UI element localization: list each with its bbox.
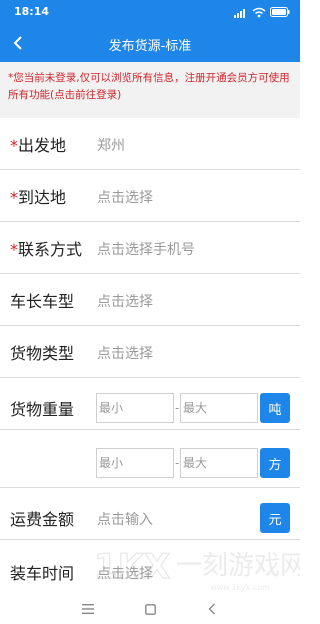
volume-row: 最小 - 最大 方: [0, 430, 300, 488]
header-bar: 发布货源-标准: [0, 24, 300, 62]
home-square-icon: [144, 603, 156, 615]
system-back-button[interactable]: [204, 601, 220, 617]
destination-label: *到达地: [10, 188, 67, 207]
freight-row: 运费金额 点击输入 元: [0, 488, 300, 540]
weight-separator: -: [175, 401, 180, 415]
volume-max-input[interactable]: 最大: [180, 448, 258, 478]
wifi-icon: [252, 7, 266, 17]
watermark-logo: 1KX 一刻游戏网 www.1kyx.com: [93, 546, 300, 592]
cargo-type-label: 货物类型: [10, 344, 75, 363]
page-title: 发布货源-标准: [108, 39, 192, 54]
freight-label: 运费金额: [10, 510, 75, 529]
cargo-type-picker[interactable]: 点击选择: [97, 343, 153, 363]
battery-icon: [270, 7, 290, 17]
status-bar: 18:14: [0, 0, 300, 24]
login-notice[interactable]: *您当前未登录,仅可以浏览所有信息，注册开通会员方可使用所有功能(点击前往登录): [0, 62, 300, 118]
menu-button[interactable]: [80, 601, 96, 617]
contact-label: *联系方式: [10, 240, 83, 259]
vehicle-row[interactable]: 车长车型 点击选择: [0, 274, 300, 326]
menu-icon: [82, 604, 94, 614]
cellular-signal-icon: [234, 8, 245, 18]
volume-min-input[interactable]: 最小: [96, 448, 174, 478]
departure-value[interactable]: 郑州: [97, 135, 125, 155]
required-mark: *: [10, 240, 18, 259]
vehicle-picker[interactable]: 点击选择: [97, 291, 153, 311]
cargo-type-row[interactable]: 货物类型 点击选择: [0, 326, 300, 378]
contact-picker[interactable]: 点击选择手机号: [97, 239, 195, 259]
volume-separator: -: [175, 456, 180, 470]
required-mark: *: [10, 188, 18, 207]
weight-unit-button[interactable]: 吨: [260, 393, 290, 423]
chevron-left-icon: [208, 603, 215, 615]
weight-max-input[interactable]: 最大: [180, 393, 258, 423]
departure-row[interactable]: *出发地 郑州: [0, 118, 300, 170]
required-mark: *: [10, 136, 18, 155]
loading-time-label: 装车时间: [10, 564, 75, 583]
freight-unit-button[interactable]: 元: [260, 503, 290, 533]
destination-picker[interactable]: 点击选择: [97, 187, 153, 207]
weight-row: 货物重量 最小 - 最大 吨: [0, 378, 300, 430]
weight-min-input[interactable]: 最小: [96, 393, 174, 423]
destination-row[interactable]: *到达地 点击选择: [0, 170, 300, 222]
contact-row[interactable]: *联系方式 点击选择手机号: [0, 222, 300, 274]
svg-text:一刻游戏网: 一刻游戏网: [176, 551, 300, 581]
freight-input[interactable]: 点击输入: [97, 509, 153, 529]
volume-unit-button[interactable]: 方: [260, 448, 290, 478]
vehicle-label: 车长车型: [10, 292, 75, 311]
status-icons: [234, 5, 290, 19]
system-nav-bar: [0, 594, 300, 624]
status-time: 18:14: [14, 5, 50, 18]
svg-text:www.1kyx.com: www.1kyx.com: [210, 583, 270, 592]
weight-label: 货物重量: [10, 400, 75, 419]
departure-label: *出发地: [10, 136, 67, 155]
home-button[interactable]: [142, 601, 158, 617]
svg-text:1KX: 1KX: [94, 547, 170, 587]
